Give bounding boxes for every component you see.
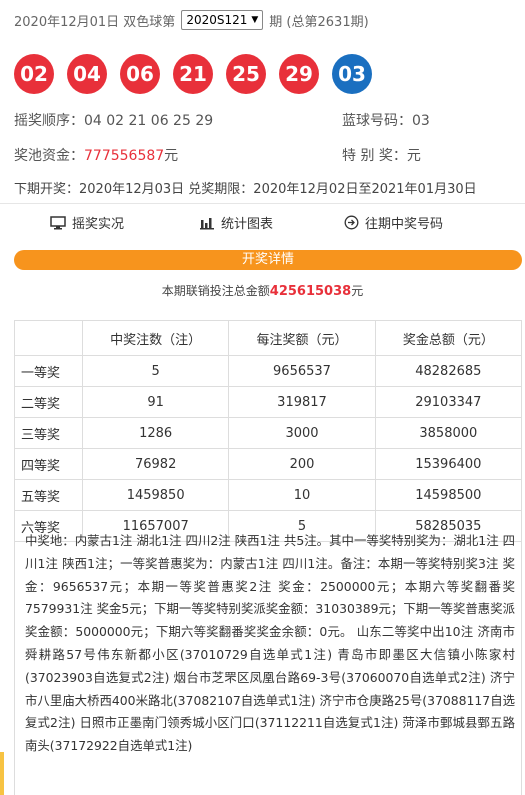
winning-balls: 02 04 06 21 25 29 03 bbox=[14, 54, 372, 94]
sales-prefix: 本期联销投注总金额 bbox=[161, 284, 270, 298]
prize-level: 五等奖 bbox=[14, 479, 83, 511]
divider bbox=[0, 203, 525, 204]
red-ball: 06 bbox=[120, 54, 160, 94]
draw-details-bar[interactable]: 开奖详情 bbox=[14, 250, 522, 270]
prize-pool-label: 奖池资金： bbox=[14, 148, 84, 164]
prize-pool: 奖池资金：777556587元 bbox=[14, 145, 178, 165]
sales-total: 本期联销投注总金额425615038元 bbox=[0, 282, 525, 299]
prize-per-winner: 9656537 bbox=[228, 355, 376, 387]
prize-pool-unit: 元 bbox=[164, 148, 179, 164]
prize-total: 3858000 bbox=[374, 417, 523, 449]
prize-pool-value: 777556587 bbox=[84, 148, 165, 164]
sales-amount: 425615038 bbox=[269, 284, 352, 299]
table-row: 五等奖 1459850 10 14598500 bbox=[14, 479, 523, 511]
blue-ball: 03 bbox=[332, 54, 372, 94]
monitor-icon bbox=[50, 215, 66, 229]
table-header-row: 中奖注数（注） 每注奖额（元） 奖金总额（元） bbox=[14, 320, 523, 356]
arrow-circle-icon bbox=[344, 215, 359, 230]
prize-level: 三等奖 bbox=[14, 417, 83, 449]
nav-history-label: 往期中奖号码 bbox=[365, 217, 444, 232]
draw-date-label: 2020年12月01日 双色球第 bbox=[14, 14, 176, 30]
prize-total: 15396400 bbox=[374, 448, 523, 480]
next-draw-info: 下期开奖：2020年12月03日 兑奖期限：2020年12月02日至2021年0… bbox=[14, 182, 477, 197]
winner-count: 76982 bbox=[81, 448, 230, 480]
table-row: 三等奖 1286 3000 3858000 bbox=[14, 417, 523, 449]
nav-live-draw[interactable]: 摇奖实况 bbox=[50, 213, 124, 232]
winning-locations-notes: 中奖地：内蒙古1注 湖北1注 四川2注 陕西1注 共5注。其中一等奖特别奖为：湖… bbox=[14, 518, 522, 795]
draw-header: 2020年12月01日 双色球第 2020S121 ▼ 期 (总第2631期) bbox=[14, 10, 369, 30]
issue-select-value: 2020S121 bbox=[186, 13, 248, 27]
nav-live-draw-label: 摇奖实况 bbox=[72, 217, 125, 232]
sales-unit: 元 bbox=[351, 284, 364, 298]
nav-bar: 摇奖实况 统计图表 往期中奖号码 bbox=[0, 213, 525, 235]
winner-count: 5 bbox=[81, 355, 230, 387]
prize-level: 一等奖 bbox=[14, 355, 83, 387]
prize-per-winner: 200 bbox=[228, 448, 376, 480]
chevron-down-icon: ▼ bbox=[251, 15, 259, 25]
nav-stats-chart[interactable]: 统计图表 bbox=[199, 213, 273, 232]
prize-table: 中奖注数（注） 每注奖额（元） 奖金总额（元） 一等奖 5 9656537 48… bbox=[14, 320, 523, 542]
table-row: 一等奖 5 9656537 48282685 bbox=[14, 355, 523, 387]
prize-total: 14598500 bbox=[374, 479, 523, 511]
prize-total: 29103347 bbox=[374, 386, 523, 418]
nav-history[interactable]: 往期中奖号码 bbox=[344, 213, 443, 232]
table-row: 四等奖 76982 200 15396400 bbox=[14, 448, 523, 480]
prize-level: 四等奖 bbox=[14, 448, 83, 480]
blue-number: 蓝球号码：03 bbox=[342, 113, 430, 129]
prize-per-winner: 3000 bbox=[228, 417, 376, 449]
winner-count: 1286 bbox=[81, 417, 230, 449]
table-header: 每注奖额（元） bbox=[228, 320, 376, 356]
table-header bbox=[14, 320, 83, 356]
period-label: 期 (总第2631期) bbox=[269, 14, 369, 30]
prize-per-winner: 319817 bbox=[228, 386, 376, 418]
special-prize: 特 别 奖：元 bbox=[342, 148, 421, 164]
winner-count: 1459850 bbox=[81, 479, 230, 511]
prize-level: 二等奖 bbox=[14, 386, 83, 418]
red-ball: 21 bbox=[173, 54, 213, 94]
red-ball: 02 bbox=[14, 54, 54, 94]
prize-total: 48282685 bbox=[374, 355, 523, 387]
nav-stats-chart-label: 统计图表 bbox=[221, 217, 274, 232]
red-ball: 29 bbox=[279, 54, 319, 94]
red-ball: 25 bbox=[226, 54, 266, 94]
bottom-accent bbox=[0, 752, 4, 795]
table-row: 二等奖 91 319817 29103347 bbox=[14, 386, 523, 418]
winner-count: 91 bbox=[81, 386, 230, 418]
table-header: 中奖注数（注） bbox=[81, 320, 230, 356]
red-ball: 04 bbox=[67, 54, 107, 94]
bar-chart-icon bbox=[200, 217, 214, 229]
prize-per-winner: 10 bbox=[228, 479, 376, 511]
issue-select[interactable]: 2020S121 ▼ bbox=[181, 10, 264, 30]
draw-order: 摇奖顺序：04 02 21 06 25 29 bbox=[14, 113, 214, 129]
table-header: 奖金总额（元） bbox=[374, 320, 523, 356]
